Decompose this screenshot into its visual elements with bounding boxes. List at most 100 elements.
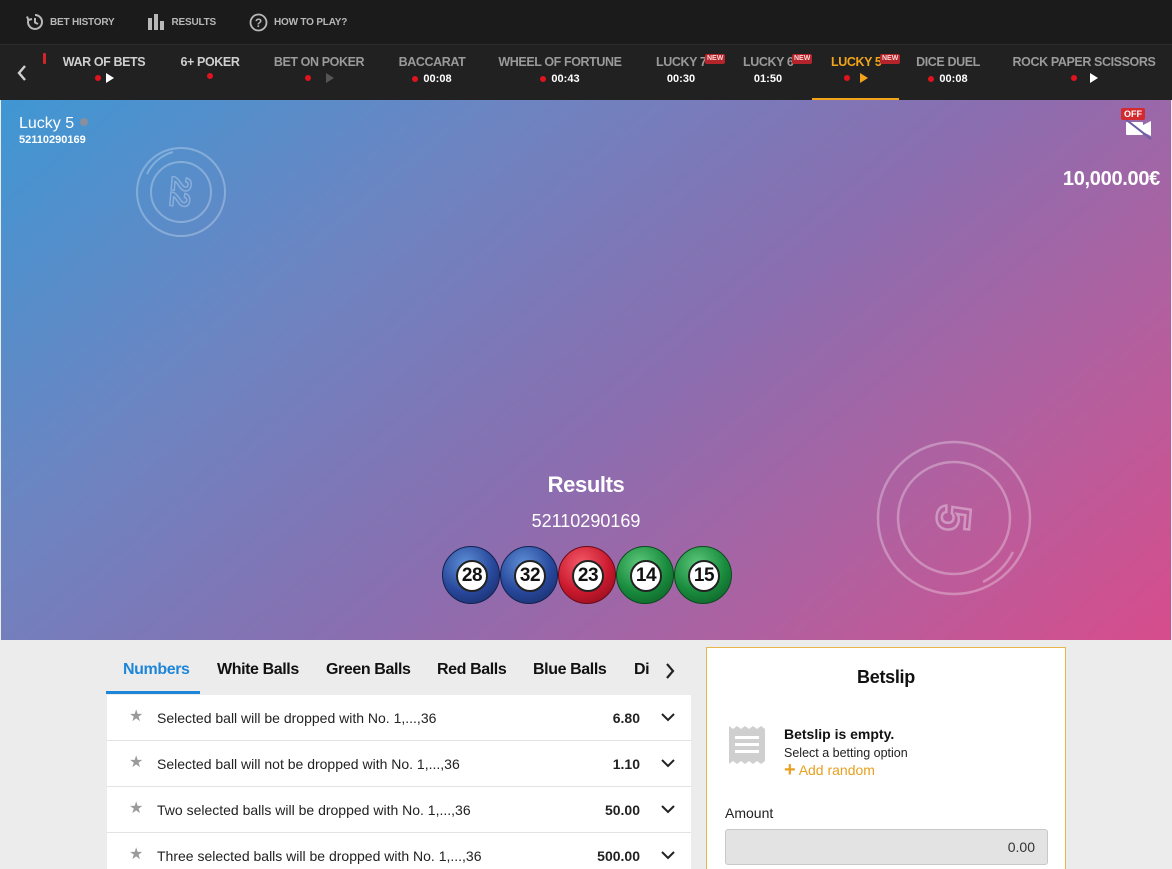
- ball-number: 32: [514, 560, 546, 592]
- results-round-id: 52110290169: [531, 511, 641, 531]
- bet-odds[interactable]: 50.00: [605, 802, 640, 818]
- game-status: 00:08: [908, 73, 988, 85]
- results-title: Results: [547, 472, 625, 497]
- active-tab-indicator: [106, 691, 200, 694]
- drawn-ball: 32: [500, 546, 558, 604]
- star-icon[interactable]: ★: [129, 709, 143, 725]
- tab-overflow: Di: [634, 648, 652, 694]
- tab-green-balls[interactable]: Green Balls: [326, 648, 411, 694]
- bet-options-list: ★ Selected ball will be dropped with No.…: [107, 695, 691, 869]
- bet-odds[interactable]: 6.80: [613, 710, 640, 726]
- ball-number: 15: [688, 560, 720, 592]
- tab-red-balls[interactable]: Red Balls: [437, 648, 507, 694]
- live-dot-icon: [1070, 75, 1077, 81]
- receipt-icon: [729, 726, 765, 764]
- play-icon: [105, 73, 114, 83]
- game-timer: 00:08: [939, 73, 968, 85]
- game-timer: 00:43: [551, 73, 580, 85]
- market-tabs: Numbers White Balls Green Balls Red Ball…: [106, 648, 691, 694]
- amount-label: Amount: [725, 805, 774, 821]
- question-circle-icon: ?: [249, 13, 268, 31]
- ball-number: 14: [630, 560, 662, 592]
- game-tab-baccarat[interactable]: BACCARAT 00:08: [391, 45, 473, 101]
- drawn-ball: 14: [616, 546, 674, 604]
- game-tab-lucky-5[interactable]: LUCKY 5 NEW: [812, 45, 901, 101]
- tab-blue-balls[interactable]: Blue Balls: [533, 648, 607, 694]
- live-dot-icon: [843, 75, 850, 81]
- how-to-play-link[interactable]: ? HOW TO PLAY?: [249, 13, 347, 32]
- amount-input[interactable]: [725, 829, 1048, 865]
- game-title-text: Lucky 5: [19, 115, 75, 132]
- bet-option-row[interactable]: ★ Three selected balls will be dropped w…: [107, 833, 691, 869]
- game-tab-bet-on-poker[interactable]: BET ON POKER: [270, 45, 368, 101]
- chevron-down-icon[interactable]: [661, 802, 675, 816]
- game-tab-lucky-6[interactable]: LUCKY 6 NEW 01:50: [737, 45, 813, 101]
- bet-option-row[interactable]: ★ Selected ball will not be dropped with…: [107, 741, 691, 787]
- tab-white-balls[interactable]: White Balls: [217, 648, 299, 694]
- bet-history-link[interactable]: BET HISTORY: [26, 13, 115, 31]
- bar-chart-icon: [148, 14, 165, 30]
- camera-toggle-button[interactable]: OFF: [1119, 108, 1153, 140]
- drawn-balls: 28 32 23 14 15: [442, 546, 732, 606]
- play-icon: [325, 73, 334, 83]
- history-icon: [26, 14, 43, 30]
- game-name: WAR OF BETS: [62, 55, 146, 69]
- bet-option-row[interactable]: ★ Selected ball will be dropped with No.…: [107, 695, 691, 741]
- game-name: ROCK PAPER SCISSORS: [1012, 55, 1156, 69]
- tab-numbers[interactable]: Numbers: [123, 648, 190, 694]
- game-timer: 00:08: [423, 73, 452, 85]
- betslip-empty-hint: Select a betting option: [784, 746, 908, 760]
- add-random-label: Add random: [798, 762, 875, 778]
- bet-option-label: Selected ball will be dropped with No. 1…: [157, 710, 437, 726]
- drawn-ball: 28: [442, 546, 500, 604]
- chevron-down-icon[interactable]: [661, 848, 675, 862]
- game-status: [58, 73, 150, 83]
- star-icon[interactable]: ★: [129, 755, 143, 771]
- scroll-edge-indicator: [43, 53, 46, 64]
- game-name: LUCKY 6: [743, 55, 794, 69]
- game-name: 6+ POKER: [180, 55, 240, 69]
- game-name: WHEEL OF FORTUNE: [498, 55, 622, 69]
- chevron-right-icon[interactable]: [662, 662, 678, 680]
- ball-number: 28: [456, 560, 488, 592]
- bet-history-label: BET HISTORY: [50, 16, 115, 28]
- game-tab-dice-duel[interactable]: DICE DUEL 00:08: [908, 45, 988, 101]
- new-badge: NEW: [880, 54, 901, 64]
- chevron-left-icon[interactable]: [14, 63, 30, 83]
- live-dot-icon: [540, 76, 547, 82]
- game-tab-6-poker[interactable]: 6+ POKER: [172, 45, 248, 101]
- add-random-button[interactable]: + Add random: [784, 760, 875, 780]
- chevron-down-icon[interactable]: [661, 756, 675, 770]
- bet-option-row[interactable]: ★ Two selected balls will be dropped wit…: [107, 787, 691, 833]
- play-icon: [859, 73, 868, 83]
- live-dot-icon: [928, 76, 935, 82]
- game-name: BACCARAT: [398, 55, 466, 69]
- betslip-title: Betslip: [857, 667, 915, 687]
- game-name: LUCKY 7: [656, 55, 707, 69]
- game-status: [812, 73, 899, 83]
- game-navigation: WAR OF BETS 6+ POKER BET ON POKER BACCAR…: [0, 44, 1172, 101]
- game-tab-rock-paper-scissors[interactable]: ROCK PAPER SCISSORS: [1008, 45, 1160, 101]
- game-tab-war-of-bets[interactable]: WAR OF BETS: [58, 45, 150, 101]
- game-status: [270, 73, 368, 83]
- drawn-ball: 15: [674, 546, 732, 604]
- game-status: 00:43: [494, 73, 626, 85]
- top-utility-bar: BET HISTORY RESULTS ? HOW TO PLAY?: [0, 0, 1172, 44]
- decorative-ball-icon: 22: [136, 147, 226, 237]
- game-name: DICE DUEL: [916, 55, 980, 69]
- game-tab-wheel-of-fortune[interactable]: WHEEL OF FORTUNE 00:43: [494, 45, 626, 101]
- bet-odds[interactable]: 500.00: [597, 848, 640, 864]
- results-link[interactable]: RESULTS: [147, 13, 216, 31]
- bet-option-label: Two selected balls will be dropped with …: [157, 802, 471, 818]
- star-icon[interactable]: ★: [129, 801, 143, 817]
- tab-truncated[interactable]: Di: [634, 648, 650, 694]
- chevron-down-icon[interactable]: [661, 710, 675, 724]
- star-icon[interactable]: ★: [129, 847, 143, 863]
- game-status: 01:50: [737, 73, 799, 85]
- bet-odds[interactable]: 1.10: [613, 756, 640, 772]
- new-badge: NEW: [705, 54, 726, 64]
- play-icon: [1089, 73, 1098, 83]
- live-dot-icon: [412, 76, 419, 82]
- bet-option-label: Selected ball will not be dropped with N…: [157, 756, 460, 772]
- game-tab-lucky-7[interactable]: LUCKY 7 NEW 00:30: [650, 45, 726, 101]
